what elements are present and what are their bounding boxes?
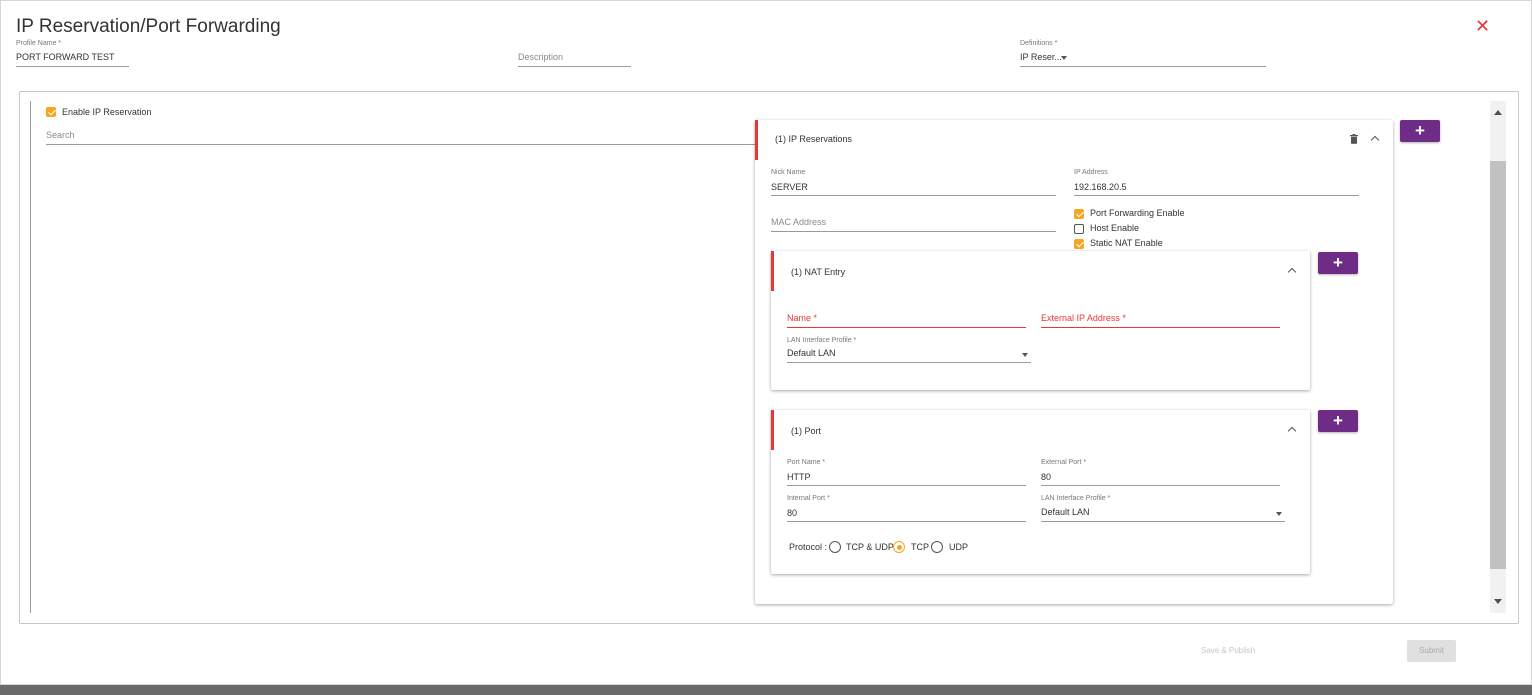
save-publish-button[interactable]: Save & Publish — [1201, 646, 1255, 655]
definitions-label: Definitions * — [1020, 40, 1058, 47]
definitions-select[interactable]: IP Reser... — [1020, 52, 1062, 62]
external-port-input[interactable]: 80 — [1041, 472, 1051, 482]
tree-line — [30, 101, 31, 613]
add-port-button[interactable]: + — [1318, 410, 1358, 432]
card-accent — [755, 120, 758, 160]
profile-name-label: Profile Name * — [16, 40, 62, 47]
port-lan-interface-underline — [1041, 521, 1285, 522]
external-port-underline — [1041, 485, 1280, 486]
port-lan-interface-select[interactable]: Default LAN — [1041, 507, 1090, 517]
chevron-down-icon[interactable] — [1276, 512, 1282, 516]
external-ip-input[interactable]: External IP Address * — [1041, 313, 1126, 323]
ip-reservation-dialog: IP Reservation/Port Forwarding ✕ Profile… — [0, 0, 1532, 685]
protocol-tcp-udp-radio[interactable] — [829, 541, 841, 553]
add-ip-reservation-button[interactable]: + — [1400, 120, 1440, 142]
ip-reservation-card-title: (1) IP Reservations — [775, 134, 852, 144]
protocol-tcp-label: TCP — [911, 542, 929, 552]
port-name-label: Port Name * — [787, 459, 826, 466]
nat-name-underline — [787, 327, 1026, 328]
static-nat-enable-checkbox[interactable] — [1074, 239, 1084, 249]
scrollbar-thumb[interactable] — [1490, 161, 1506, 569]
mac-address-underline — [771, 231, 1056, 232]
nat-lan-interface-select[interactable]: Default LAN — [787, 348, 836, 358]
nat-lan-interface-underline — [787, 362, 1031, 363]
internal-port-label: Internal Port * — [787, 495, 830, 502]
ip-address-label: IP Address — [1074, 169, 1108, 176]
chevron-down-icon[interactable] — [1022, 353, 1028, 357]
nat-entry-card-title: (1) NAT Entry — [791, 267, 846, 277]
nick-name-label: Nick Name — [771, 169, 806, 176]
nick-name-underline — [771, 195, 1056, 196]
protocol-tcp-radio[interactable] — [893, 541, 905, 553]
submit-button[interactable]: Submit — [1407, 640, 1456, 662]
scroll-down-icon[interactable] — [1494, 599, 1502, 604]
port-forwarding-enable-checkbox[interactable] — [1074, 209, 1084, 219]
scroll-up-icon[interactable] — [1494, 110, 1502, 115]
nick-name-input[interactable]: SERVER — [771, 182, 808, 192]
static-nat-enable-label: Static NAT Enable — [1090, 238, 1163, 248]
host-enable-label: Host Enable — [1090, 223, 1140, 233]
internal-port-underline — [787, 521, 1026, 522]
mac-address-input[interactable]: MAC Address — [771, 217, 826, 227]
port-forwarding-enable-label: Port Forwarding Enable — [1090, 208, 1185, 218]
port-lan-interface-label: LAN Interface Profile * — [1041, 495, 1111, 502]
protocol-udp-radio[interactable] — [931, 541, 943, 553]
description-underline — [518, 66, 631, 67]
host-enable-checkbox[interactable] — [1074, 224, 1084, 234]
port-card-title: (1) Port — [791, 426, 822, 436]
profile-name-input[interactable]: PORT FORWARD TEST — [16, 52, 115, 62]
protocol-udp-label: UDP — [949, 542, 969, 552]
trash-icon[interactable] — [1350, 134, 1358, 144]
enable-ip-reservation-label: Enable IP Reservation — [62, 107, 152, 117]
internal-port-input[interactable]: 80 — [787, 508, 797, 518]
nat-name-input[interactable]: Name * — [787, 313, 817, 323]
protocol-tcp-udp-label: TCP & UDP — [846, 542, 894, 552]
ip-address-input[interactable]: 192.168.20.5 — [1074, 182, 1127, 192]
card-accent — [771, 251, 774, 291]
port-name-underline — [787, 485, 1026, 486]
port-name-input[interactable]: HTTP — [787, 472, 811, 482]
search-input[interactable]: Search — [46, 130, 75, 140]
search-underline — [46, 144, 757, 145]
protocol-label: Protocol : — [789, 542, 828, 552]
nat-lan-interface-label: LAN Interface Profile * — [787, 337, 857, 344]
enable-ip-reservation-checkbox[interactable] — [46, 107, 56, 117]
profile-name-underline — [16, 66, 129, 67]
dialog-title: IP Reservation/Port Forwarding — [16, 16, 281, 37]
external-port-label: External Port * — [1041, 459, 1087, 466]
ip-address-underline — [1074, 195, 1359, 196]
add-nat-entry-button[interactable]: + — [1318, 252, 1358, 274]
external-ip-underline — [1041, 327, 1280, 328]
description-input[interactable]: Description — [518, 52, 563, 62]
chevron-down-icon[interactable] — [1061, 56, 1067, 60]
definitions-underline — [1020, 66, 1266, 67]
close-icon[interactable]: ✕ — [1475, 17, 1490, 35]
card-accent — [771, 410, 774, 450]
